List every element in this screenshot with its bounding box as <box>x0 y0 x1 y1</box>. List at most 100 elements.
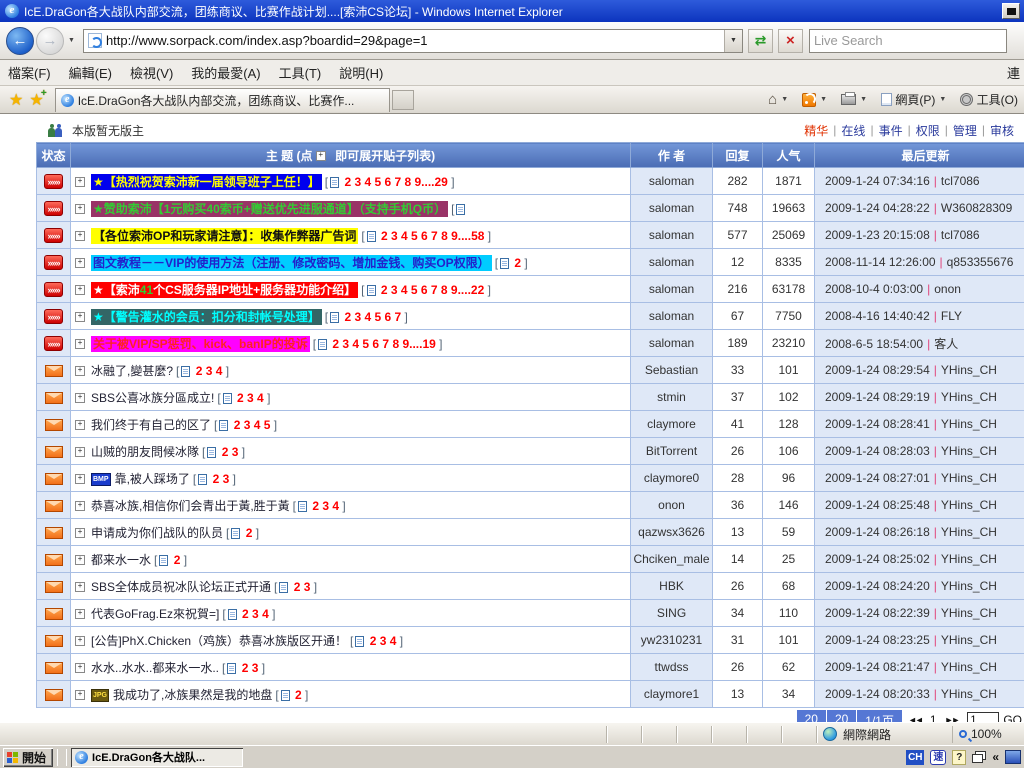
thread-title-link[interactable]: 山贼的朋友問候冰隊 <box>91 445 199 459</box>
thread-page-links[interactable]: [ 2 3 4 5 6 7 8 9....22 ] <box>361 283 491 297</box>
thread-page-links[interactable]: [ 2 3 4 5 6 7 8 9....19 ] <box>313 337 443 351</box>
expand-icon[interactable]: + <box>75 420 85 430</box>
last-poster[interactable]: YHins_CH <box>941 471 997 485</box>
thread-page-links[interactable]: [ 2 3 4 5 ] <box>214 418 277 432</box>
start-button[interactable]: 開始 <box>3 748 53 767</box>
thread-page-links[interactable]: [ 2 3 4 ] <box>222 607 275 621</box>
zoom-control[interactable]: 100% <box>952 726 1024 743</box>
thread-title-link[interactable]: ★【索沛41个CS服务器IP地址+服务器功能介绍】 <box>91 282 358 298</box>
thread-author[interactable]: claymore <box>631 411 713 438</box>
go-button[interactable]: GO <box>1003 713 1022 722</box>
expand-icon[interactable]: + <box>75 177 85 187</box>
search-box[interactable] <box>809 29 1007 53</box>
expand-icon[interactable]: + <box>75 447 85 457</box>
thread-author[interactable]: saloman <box>631 276 713 303</box>
board-link-4[interactable]: 管理 <box>953 122 977 139</box>
last-poster[interactable]: 客人 <box>934 337 958 351</box>
expand-icon[interactable]: + <box>75 690 85 700</box>
thread-page-links[interactable]: [ 2 3 4 ] <box>293 499 346 513</box>
first-page-icon[interactable]: ◄◄ <box>908 715 922 722</box>
expand-icon[interactable]: + <box>75 285 85 295</box>
taskbar-window-button[interactable]: e IcE.DraGon各大战队... <box>71 748 243 767</box>
thread-title-link[interactable]: 我成功了,冰族果然是我的地盘 <box>113 688 272 702</box>
thread-title-link[interactable]: ★【警告灌水的会员：扣分和封帐号处理】 <box>91 309 322 325</box>
expand-icon[interactable]: + <box>75 312 85 322</box>
expand-icon[interactable]: + <box>75 609 85 619</box>
thread-title-link[interactable]: ★赞助索沛【1元购买40索币+赠送优先进服通道】（支持手机Q币） <box>91 201 448 217</box>
thread-author[interactable]: saloman <box>631 168 713 195</box>
thread-author[interactable]: yw2310231 <box>631 627 713 654</box>
expand-icon[interactable]: + <box>75 204 85 214</box>
thread-page-links[interactable]: [ 2 3 4 5 6 7 ] <box>325 310 408 324</box>
last-poster[interactable]: YHins_CH <box>941 687 997 701</box>
menu-item-0[interactable]: 檔案(F) <box>8 66 51 81</box>
last-poster[interactable]: YHins_CH <box>941 633 997 647</box>
ime-help-icon[interactable]: ? <box>952 750 966 765</box>
thread-title-link[interactable]: SBS公喜冰族分區成立! <box>91 391 214 405</box>
board-link-0[interactable]: 精华 <box>804 122 828 139</box>
forward-button[interactable]: → <box>36 27 64 55</box>
thread-title-link[interactable]: 我们终于有自己的区了 <box>91 418 211 432</box>
thread-author[interactable]: claymore0 <box>631 465 713 492</box>
thread-title-link[interactable]: 关于被VIP/SP惩罚、kick、banIP的投诉 <box>91 336 310 352</box>
thread-author[interactable]: saloman <box>631 195 713 222</box>
tray-collapse-chevron[interactable]: « <box>992 750 999 764</box>
last-poster[interactable]: YHins_CH <box>941 579 997 593</box>
thread-page-links[interactable]: [ 2 3 ] <box>202 445 245 459</box>
last-poster[interactable]: W360828309 <box>941 201 1012 215</box>
thread-page-links[interactable]: [ 2 3 4 5 6 7 8 9....58 ] <box>361 229 491 243</box>
menu-item-1[interactable]: 編輯(E) <box>69 66 112 81</box>
print-button[interactable]: ▼ <box>841 94 871 105</box>
last-poster[interactable]: tcl7086 <box>941 228 980 242</box>
expand-icon[interactable]: + <box>75 231 85 241</box>
thread-title-link[interactable]: 水水..水水..都来水一水.. <box>91 661 219 675</box>
thread-page-links[interactable]: [ 2 3 4 ] <box>217 391 270 405</box>
thread-page-links[interactable]: [ 2 ] <box>226 526 259 540</box>
ime-pad-icon[interactable] <box>1005 750 1021 764</box>
thread-page-links[interactable]: [ 2 3 4 ] <box>350 634 403 648</box>
last-poster[interactable]: onon <box>934 282 961 296</box>
thread-title-link[interactable]: [公告]PhX.Chicken（鸡族）恭喜冰族版区开通！ <box>91 634 347 648</box>
ime-toolbar-icon[interactable] <box>972 751 986 763</box>
expand-icon[interactable]: + <box>75 582 85 592</box>
expand-icon[interactable]: + <box>75 474 85 484</box>
thread-title-link[interactable]: 代表GoFrag.Ez來祝賀=] <box>91 607 219 621</box>
history-dropdown-icon[interactable]: ▼ <box>68 37 75 44</box>
thread-page-links[interactable]: [ 2 ] <box>275 688 308 702</box>
thread-title-link[interactable]: SBS全体成员祝冰队论坛正式开通 <box>91 580 271 594</box>
thread-author[interactable]: ttwdss <box>631 654 713 681</box>
last-poster[interactable]: YHins_CH <box>941 444 997 458</box>
thread-author[interactable]: BitTorrent <box>631 438 713 465</box>
add-favorite-icon[interactable]: ★ <box>29 90 43 110</box>
expand-icon[interactable]: + <box>75 339 85 349</box>
thread-title-link[interactable]: 都来水一水 <box>91 553 151 567</box>
thread-author[interactable]: saloman <box>631 222 713 249</box>
thread-page-links[interactable]: [ 2 3 ] <box>193 472 236 486</box>
thread-page-links[interactable]: [ <box>451 202 467 216</box>
thread-page-links[interactable]: [ 2 3 4 ] <box>176 364 229 378</box>
thread-author[interactable]: qazwsx3626 <box>631 519 713 546</box>
feeds-button[interactable]: ▼ <box>802 93 831 107</box>
thread-title-link[interactable]: 申请成为你们战队的队员 <box>91 526 223 540</box>
tab-active[interactable]: e IcE.DraGon各大战队内部交流，团练商议、比赛作... <box>55 88 390 112</box>
last-poster[interactable]: YHins_CH <box>941 660 997 674</box>
expand-icon[interactable]: + <box>75 663 85 673</box>
page-menu-button[interactable]: 網頁(P)▼ <box>881 91 950 108</box>
board-link-2[interactable]: 事件 <box>879 122 903 139</box>
thread-author[interactable]: SING <box>631 600 713 627</box>
thread-page-links[interactable]: [ 2 3 ] <box>274 580 317 594</box>
last-poster[interactable]: YHins_CH <box>941 390 997 404</box>
last-poster[interactable]: YHins_CH <box>941 498 997 512</box>
thread-title-link[interactable]: 靠,被人踩场了 <box>115 472 190 486</box>
address-input[interactable] <box>106 33 724 48</box>
new-tab-button[interactable] <box>392 90 414 110</box>
home-button[interactable]: ⌂▼ <box>768 91 792 108</box>
thread-page-links[interactable]: [ 2 ] <box>154 553 187 567</box>
language-indicator[interactable]: CH <box>906 750 924 765</box>
search-input[interactable] <box>814 33 1002 48</box>
thread-title-link[interactable]: 图文教程－－VIP的使用方法（注册、修改密码、增加金钱、购买OP权限） <box>91 255 492 271</box>
thread-page-links[interactable]: [ 2 ] <box>495 256 528 270</box>
thread-author[interactable]: saloman <box>631 330 713 357</box>
expand-icon[interactable]: + <box>75 501 85 511</box>
back-button[interactable]: ← <box>6 27 34 55</box>
